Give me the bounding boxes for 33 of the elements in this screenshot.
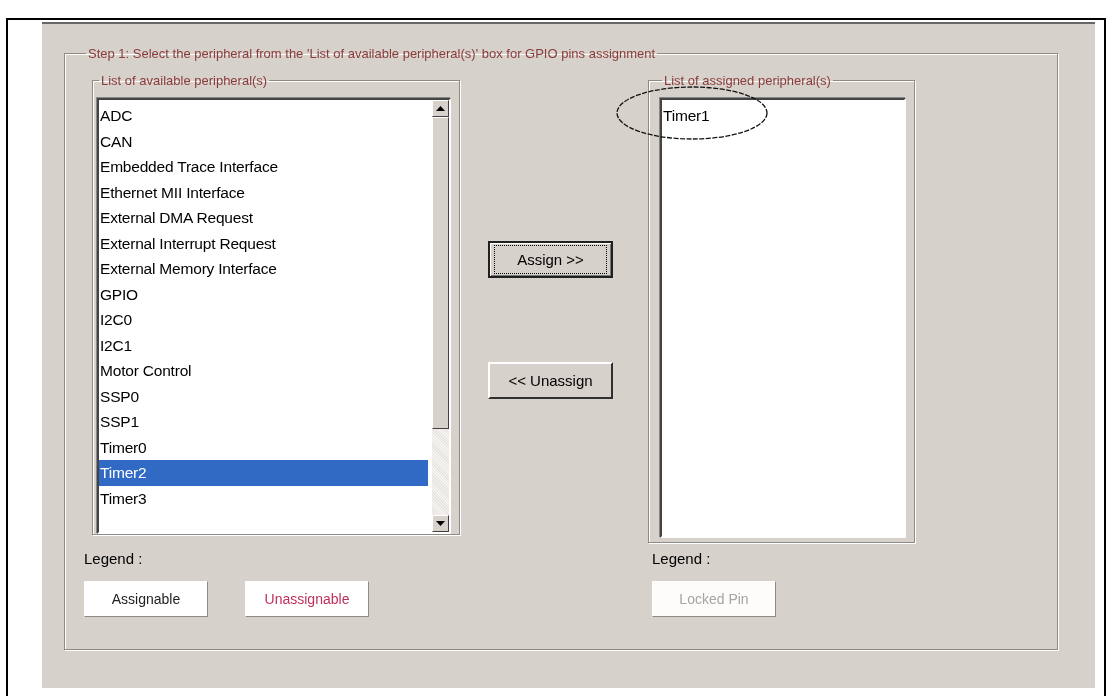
list-item[interactable]: CAN — [99, 128, 432, 154]
list-item[interactable]: I2C0 — [99, 307, 432, 333]
legend-label: Legend : — [84, 550, 144, 569]
list-item[interactable]: Timer0 — [99, 434, 432, 460]
list-item[interactable]: Timer1 — [662, 103, 904, 129]
group-title: List of assigned peripheral(s) — [663, 73, 832, 88]
list-item[interactable]: External Memory Interface — [99, 256, 432, 282]
list-item[interactable]: External DMA Request — [99, 205, 432, 231]
scrollbar[interactable] — [432, 100, 449, 532]
list-item[interactable]: Timer2 — [99, 460, 428, 486]
list-item[interactable]: I2C1 — [99, 332, 432, 358]
list-item[interactable]: SSP0 — [99, 383, 432, 409]
list-item[interactable]: SSP1 — [99, 409, 432, 435]
legend-key: Unassignable — [245, 581, 369, 617]
assign-button[interactable]: Assign >> — [488, 241, 613, 278]
scroll-thumb[interactable] — [432, 117, 449, 429]
scroll-down-button[interactable] — [432, 515, 449, 532]
legend-key: Assignable — [84, 581, 208, 617]
legend-key: Locked Pin — [652, 581, 776, 617]
list-item[interactable]: Embedded Trace Interface — [99, 154, 432, 180]
up-arrow-icon — [436, 106, 445, 111]
group-title: List of available peripheral(s) — [100, 73, 269, 88]
legend-label: Legend : — [652, 550, 712, 569]
scroll-up-button[interactable] — [432, 100, 449, 117]
list-item[interactable]: ADC — [99, 103, 432, 129]
group-title: Step 1: Select the peripheral from the 'List of available peripheral(s)' box for GPIO pins assignment — [87, 46, 657, 61]
list-item[interactable]: GPIO — [99, 281, 432, 307]
list-item[interactable]: External Interrupt Request — [99, 230, 432, 256]
unassign-button[interactable]: << Unassign — [488, 362, 613, 399]
list-item[interactable]: Timer3 — [99, 485, 432, 511]
down-arrow-icon — [436, 521, 445, 526]
list-item[interactable]: Ethernet MII Interface — [99, 179, 432, 205]
list-item[interactable]: Motor Control — [99, 358, 432, 384]
